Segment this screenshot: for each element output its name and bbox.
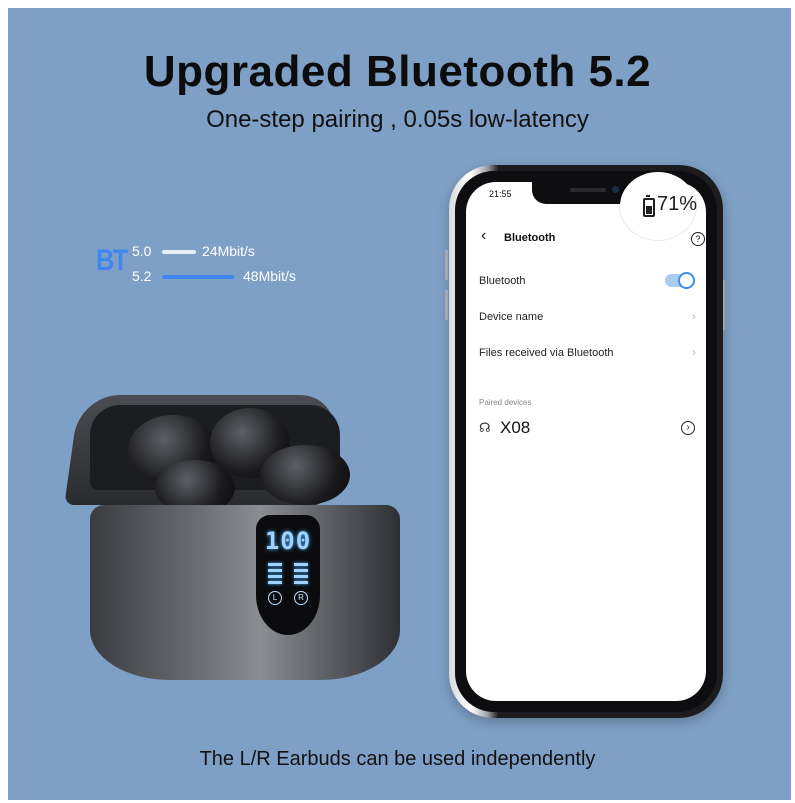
volume-button	[445, 290, 448, 320]
right-earbud-stem	[260, 445, 350, 505]
chevron-right-icon: ›	[692, 309, 696, 323]
setting-files-received[interactable]: Files received via Bluetooth	[479, 347, 614, 359]
volume-button	[445, 250, 448, 280]
earbuds-case-image: 100 L R	[60, 380, 420, 680]
subheadline: One-step pairing , 0.05s low-latency	[206, 106, 589, 133]
right-indicator: R	[294, 591, 308, 605]
setting-device-name[interactable]: Device name	[479, 311, 543, 323]
phone-image: 21:55 ‹ Bluetooth ? Bluetooth Device nam…	[449, 165, 723, 718]
phone-screen: 21:55 ‹ Bluetooth ? Bluetooth Device nam…	[466, 182, 706, 701]
paired-device-name[interactable]: X08	[500, 418, 530, 438]
speaker-grille	[570, 188, 606, 192]
battery-percent: 71%	[657, 193, 698, 215]
back-chevron-icon[interactable]: ‹	[481, 228, 495, 244]
info-icon[interactable]: ›	[681, 421, 695, 435]
level-bar	[268, 569, 282, 572]
speed-bar	[162, 275, 234, 279]
status-clock: 21:55	[489, 189, 512, 199]
level-bar	[294, 569, 308, 572]
toggle-knob-icon	[678, 272, 695, 289]
headline: Upgraded Bluetooth 5.2	[143, 47, 652, 96]
battery-icon	[643, 195, 655, 217]
level-bar	[294, 581, 308, 584]
bt-version: 5.2	[132, 268, 152, 284]
left-indicator: L	[268, 591, 282, 605]
bt-rate: 48Mbit/s	[243, 268, 296, 284]
level-bar	[268, 563, 282, 566]
level-bar	[268, 575, 282, 578]
case-body	[90, 505, 400, 680]
chevron-right-icon: ›	[692, 345, 696, 359]
bt-version: 5.0	[132, 243, 152, 259]
level-bar	[294, 575, 308, 578]
bluetooth-toggle[interactable]	[665, 272, 695, 289]
level-bar	[294, 563, 308, 566]
bt-badge: BT	[96, 244, 128, 277]
help-icon[interactable]: ?	[691, 232, 705, 246]
level-bar	[268, 581, 282, 584]
display-number: 100	[264, 527, 312, 555]
front-camera	[612, 186, 619, 193]
headphones-icon: ☊	[479, 420, 491, 435]
footer-caption: The L/R Earbuds can be used independentl…	[199, 748, 596, 770]
screen-title: Bluetooth	[504, 232, 556, 244]
bt-rate: 24Mbit/s	[202, 243, 255, 259]
paired-devices-heading: Paired devices	[479, 398, 532, 407]
speed-bar	[162, 250, 196, 254]
battery-display: 100 L R	[256, 515, 320, 635]
setting-bluetooth: Bluetooth	[479, 275, 526, 287]
